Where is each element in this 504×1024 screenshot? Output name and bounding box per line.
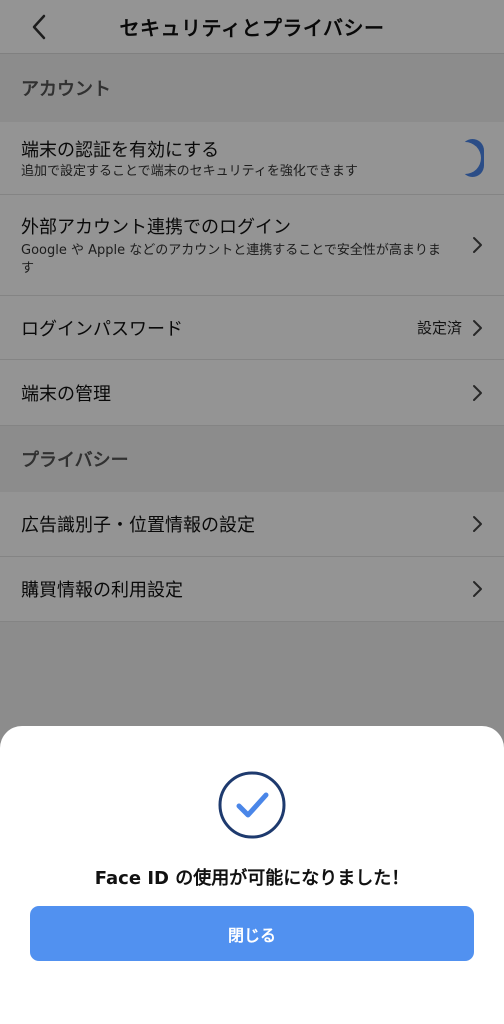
- success-message: Face ID の使用が可能になりました！: [94, 868, 410, 889]
- success-bottom-sheet: Face ID の使用が可能になりました！ 閉じる: [0, 726, 504, 1024]
- check-circle-icon: [218, 771, 286, 839]
- security-privacy-screen: セキュリティとプライバシー アカウント 端末の認証を有効にする 追加で設定するこ…: [0, 0, 504, 1024]
- close-button[interactable]: 閉じる: [30, 906, 474, 961]
